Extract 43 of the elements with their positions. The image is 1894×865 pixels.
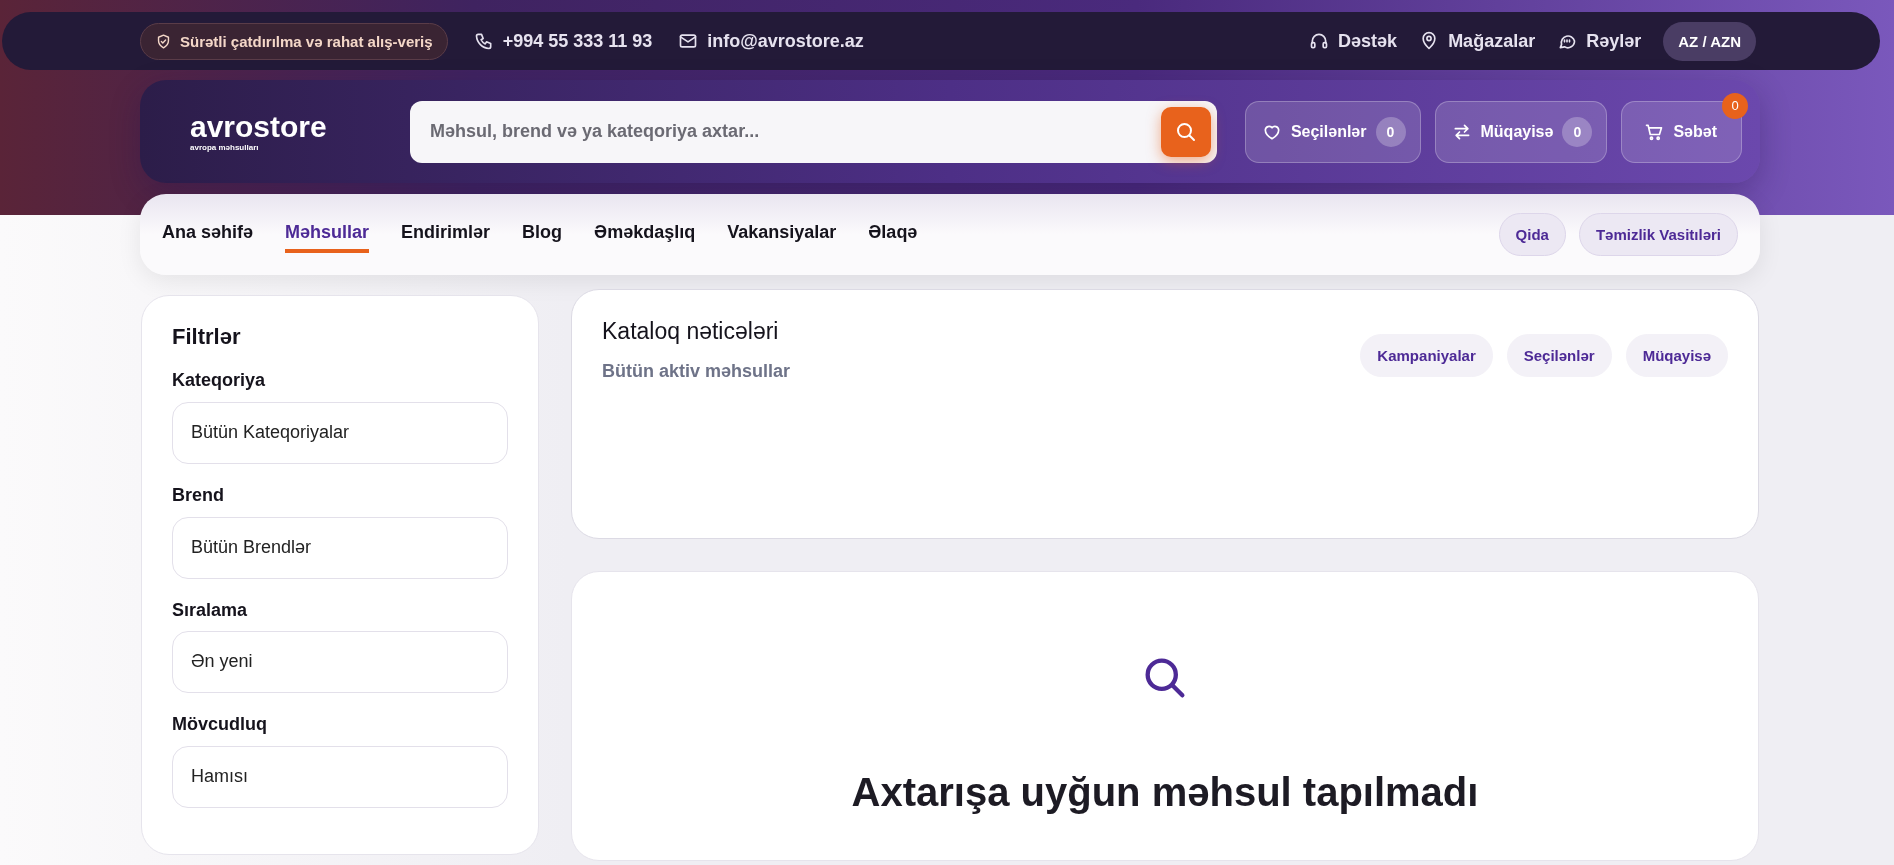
phone-link[interactable]: +994 55 333 11 93 — [473, 30, 653, 52]
nav-link[interactable]: Blog — [522, 216, 563, 253]
empty-title: Axtarışa uyğun məhsul tapılmadı — [851, 770, 1479, 815]
top-link[interactable]: Rəylər — [1557, 30, 1642, 52]
catalog-link[interactable]: Seçilənlər — [1506, 334, 1612, 377]
catalog-link[interactable]: Kampaniyalar — [1360, 334, 1493, 377]
filter-label: Brend — [172, 485, 225, 507]
filter-select[interactable]: Bütün Kateqoriyalar — [172, 402, 508, 464]
nav-link[interactable]: Ana səhifə — [162, 216, 254, 253]
search-button[interactable] — [1160, 106, 1211, 157]
promo-pill: Sürətli çatdırılma və rahat alış-veriş — [140, 22, 448, 60]
top-link[interactable]: Dəstək — [1309, 30, 1398, 52]
category-chip[interactable]: Qida — [1498, 213, 1566, 256]
filter-label: Kateqoriya — [172, 370, 267, 392]
catalog-title: Kataloq nəticələri — [602, 318, 780, 345]
filter-label: Sıralama — [172, 599, 249, 622]
catalog-link[interactable]: Müqayisə — [1625, 334, 1728, 377]
search-field[interactable]: Məhsul, brend və ya kateqoriya axtar... — [410, 100, 1217, 163]
nav-link[interactable]: Vakansiyalar — [727, 216, 837, 253]
filters-title: Filtrlər — [172, 324, 242, 351]
shield-icon — [155, 32, 172, 50]
filter-select[interactable]: Bütün Brendlər — [172, 516, 508, 579]
count-badge: 0 — [1562, 116, 1593, 147]
mail-icon — [678, 31, 699, 51]
filter-select[interactable]: Ən yeni — [172, 631, 508, 694]
language-button[interactable]: AZ / AZN — [1663, 21, 1756, 61]
nav-link[interactable]: Əməkdaşlıq — [594, 216, 696, 253]
headset-icon — [1309, 31, 1330, 51]
nav-link[interactable]: Məhsullar — [285, 216, 370, 253]
catalog-subtitle: Bütün aktiv məhsullar — [602, 361, 791, 382]
filter-label: Mövcudluq — [172, 714, 268, 736]
top-link[interactable]: Mağazalar — [1419, 30, 1536, 52]
phone-icon — [473, 31, 494, 51]
category-chip[interactable]: Təmizlik Vasitıləri — [1578, 213, 1738, 256]
count-badge: 0 — [1375, 116, 1406, 147]
logo[interactable]: avrostore avropa məhsulları — [190, 111, 410, 152]
nav-link[interactable]: Əlaqə — [868, 216, 918, 253]
cart-count-badge: 0 — [1722, 92, 1748, 119]
favorites-button[interactable]: Seçilənlər 0 — [1244, 100, 1421, 163]
compare-button[interactable]: Müqayisə 0 — [1434, 100, 1608, 163]
filter-select[interactable]: Hamısı — [172, 745, 508, 808]
email-link[interactable]: info@avrostore.az — [678, 30, 864, 52]
nav-link[interactable]: Endirimlər — [401, 216, 491, 253]
